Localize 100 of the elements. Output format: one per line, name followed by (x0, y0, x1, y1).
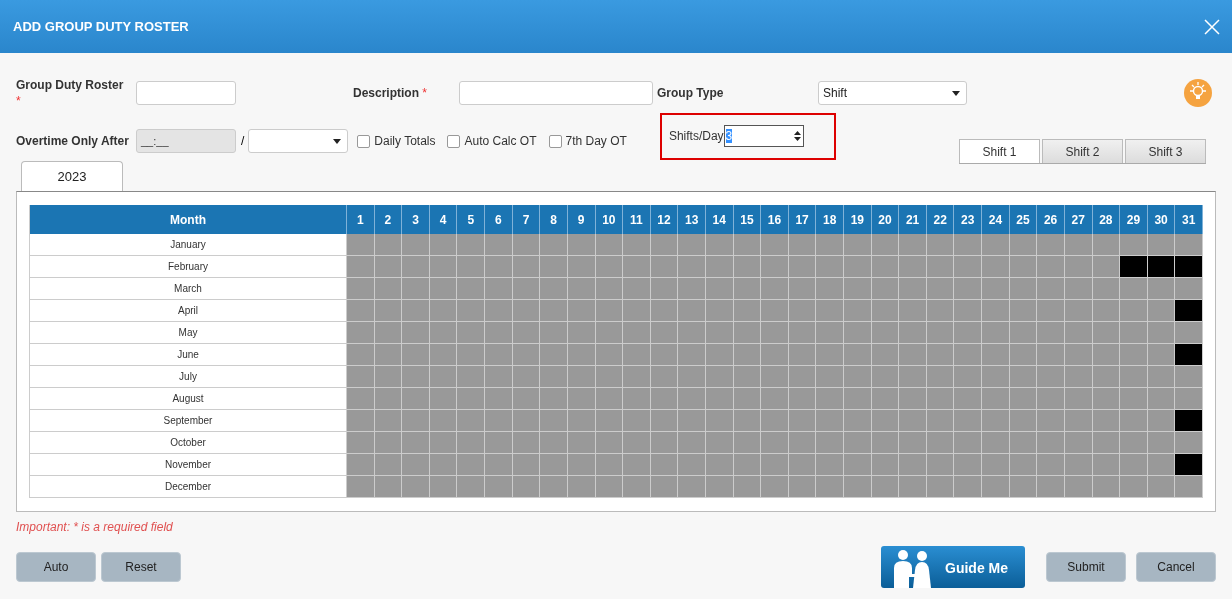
day-cell[interactable] (567, 278, 596, 300)
day-cell[interactable] (761, 256, 789, 278)
day-cell[interactable] (982, 234, 1010, 256)
day-cell[interactable] (1175, 410, 1203, 432)
day-cell[interactable] (1092, 476, 1121, 498)
day-cell[interactable] (595, 344, 624, 366)
day-cell[interactable] (678, 322, 706, 344)
day-cell[interactable] (678, 300, 706, 322)
day-cell[interactable] (1064, 322, 1093, 344)
day-cell[interactable] (595, 366, 624, 388)
day-cell[interactable] (512, 278, 541, 300)
day-cell[interactable] (595, 454, 624, 476)
day-cell[interactable] (761, 278, 789, 300)
day-cell[interactable] (595, 476, 624, 498)
day-cell[interactable] (982, 454, 1010, 476)
day-cell[interactable] (982, 300, 1010, 322)
day-cell[interactable] (485, 432, 513, 454)
day-cell[interactable] (761, 300, 789, 322)
day-cell[interactable] (1064, 410, 1093, 432)
day-cell[interactable] (1092, 344, 1121, 366)
day-cell[interactable] (926, 432, 955, 454)
day-cell[interactable] (926, 454, 955, 476)
day-cell[interactable] (899, 300, 927, 322)
day-cell[interactable] (733, 454, 762, 476)
day-cell[interactable] (899, 278, 927, 300)
day-cell[interactable] (1147, 388, 1176, 410)
year-tab[interactable]: 2023 (21, 161, 123, 191)
day-cell[interactable] (871, 366, 900, 388)
day-cell[interactable] (374, 366, 403, 388)
day-cell[interactable] (485, 322, 513, 344)
day-cell[interactable] (374, 476, 403, 498)
day-cell[interactable] (788, 432, 817, 454)
close-icon[interactable] (1204, 18, 1220, 35)
day-cell[interactable] (899, 256, 927, 278)
day-cell[interactable] (1064, 388, 1093, 410)
day-cell[interactable] (457, 322, 486, 344)
day-cell[interactable] (844, 388, 872, 410)
day-cell[interactable] (347, 366, 375, 388)
day-cell[interactable] (705, 300, 734, 322)
day-cell[interactable] (816, 300, 845, 322)
day-cell[interactable] (1009, 410, 1038, 432)
day-cell[interactable] (705, 432, 734, 454)
day-cell[interactable] (1064, 476, 1093, 498)
day-cell[interactable] (982, 432, 1010, 454)
day-cell[interactable] (485, 454, 513, 476)
day-cell[interactable] (457, 454, 486, 476)
day-cell[interactable] (926, 344, 955, 366)
day-cell[interactable] (954, 300, 983, 322)
day-cell[interactable] (1120, 234, 1148, 256)
day-cell[interactable] (402, 454, 430, 476)
day-cell[interactable] (926, 256, 955, 278)
description-field[interactable] (459, 81, 653, 105)
day-cell[interactable] (761, 366, 789, 388)
day-cell[interactable] (816, 344, 845, 366)
day-cell[interactable] (429, 410, 458, 432)
day-cell[interactable] (954, 344, 983, 366)
day-cell[interactable] (982, 476, 1010, 498)
day-cell[interactable] (540, 476, 568, 498)
day-cell[interactable] (567, 344, 596, 366)
day-cell[interactable] (1037, 454, 1065, 476)
day-cell[interactable] (457, 432, 486, 454)
day-cell[interactable] (595, 300, 624, 322)
day-cell[interactable] (1064, 432, 1093, 454)
day-cell[interactable] (871, 432, 900, 454)
day-cell[interactable] (926, 388, 955, 410)
day-cell[interactable] (512, 410, 541, 432)
day-cell[interactable] (623, 322, 651, 344)
day-cell[interactable] (844, 454, 872, 476)
day-cell[interactable] (402, 388, 430, 410)
day-cell[interactable] (1092, 432, 1121, 454)
day-cell[interactable] (623, 476, 651, 498)
day-cell[interactable] (485, 410, 513, 432)
day-cell[interactable] (1064, 234, 1093, 256)
day-cell[interactable] (650, 410, 679, 432)
day-cell[interactable] (1037, 300, 1065, 322)
day-cell[interactable] (1147, 432, 1176, 454)
day-cell[interactable] (705, 278, 734, 300)
day-cell[interactable] (1175, 322, 1203, 344)
day-cell[interactable] (1009, 278, 1038, 300)
day-cell[interactable] (1037, 410, 1065, 432)
day-cell[interactable] (540, 432, 568, 454)
day-cell[interactable] (402, 300, 430, 322)
day-cell[interactable] (374, 300, 403, 322)
day-cell[interactable] (761, 234, 789, 256)
day-cell[interactable] (1064, 344, 1093, 366)
day-cell[interactable] (788, 366, 817, 388)
day-cell[interactable] (347, 476, 375, 498)
day-cell[interactable] (705, 454, 734, 476)
day-cell[interactable] (954, 410, 983, 432)
day-cell[interactable] (705, 366, 734, 388)
day-cell[interactable] (1009, 300, 1038, 322)
day-cell[interactable] (1092, 322, 1121, 344)
day-cell[interactable] (1009, 388, 1038, 410)
day-cell[interactable] (429, 322, 458, 344)
day-cell[interactable] (1120, 344, 1148, 366)
shift-tab[interactable]: Shift 2 (1042, 139, 1123, 163)
day-cell[interactable] (374, 278, 403, 300)
day-cell[interactable] (485, 234, 513, 256)
day-cell[interactable] (567, 388, 596, 410)
day-cell[interactable] (540, 234, 568, 256)
